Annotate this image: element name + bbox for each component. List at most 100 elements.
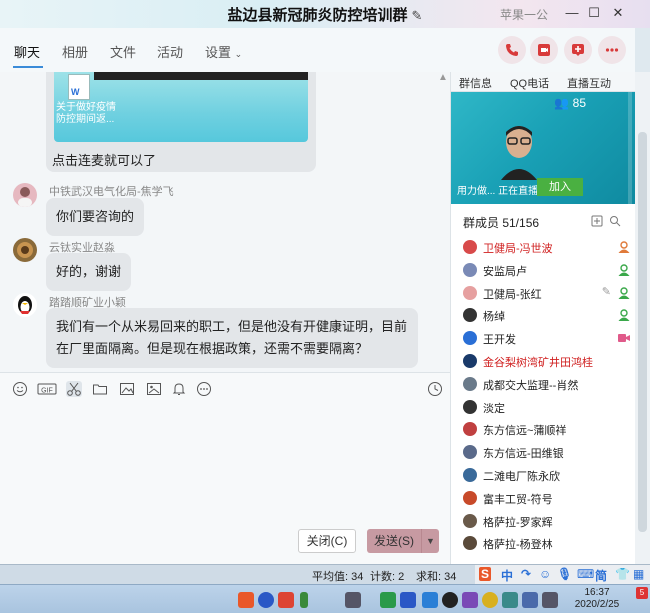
tab-files[interactable]: 文件: [110, 42, 136, 61]
help-tray-icon[interactable]: [258, 592, 274, 608]
member-row[interactable]: 杨绰: [463, 306, 631, 326]
tab-chat[interactable]: 聊天: [14, 42, 40, 61]
send-options-chevron-icon[interactable]: ▼: [421, 529, 439, 553]
member-avatar[interactable]: [463, 376, 477, 391]
member-row[interactable]: 二滩电厂陈永欣: [463, 466, 631, 486]
member-row[interactable]: 卫健局-张红 ✎: [463, 284, 631, 304]
add-member-icon[interactable]: [591, 215, 603, 227]
notification-badge[interactable]: 5: [636, 587, 648, 599]
join-live-button[interactable]: 加入: [537, 178, 583, 196]
tab-album[interactable]: 相册: [62, 42, 88, 61]
emoji-icon[interactable]: [12, 381, 28, 397]
ime-simplified[interactable]: 简: [595, 567, 607, 584]
member-row[interactable]: 成都交大监理--肖然: [463, 375, 631, 395]
phone-icon[interactable]: [498, 36, 526, 64]
network-tray-icon[interactable]: [345, 592, 361, 608]
member-row[interactable]: 格萨拉-罗家辉: [463, 512, 631, 532]
blue-tray-icon[interactable]: [400, 592, 416, 608]
edit-icon[interactable]: ✎: [602, 285, 611, 298]
minimize-button[interactable]: —: [562, 4, 582, 22]
tab-live[interactable]: 直播互动: [567, 75, 611, 91]
speaker-tray-icon[interactable]: [522, 592, 538, 608]
member-avatar[interactable]: [463, 262, 477, 277]
ime-mode-chinese[interactable]: 中: [501, 567, 513, 584]
member-avatar[interactable]: [463, 536, 477, 551]
member-avatar[interactable]: [463, 240, 477, 254]
sender-name[interactable]: 中铁武汉电气化局-焦学飞: [49, 183, 174, 199]
tab-qq-call[interactable]: QQ电话: [510, 75, 549, 91]
gif-icon[interactable]: GIF: [37, 381, 57, 397]
maximize-button[interactable]: ☐: [584, 4, 604, 22]
member-avatar[interactable]: [463, 490, 477, 505]
hp-tray-icon[interactable]: [422, 592, 438, 608]
live-video-preview[interactable]: 👥 85 用力做... 正在直播 加入: [451, 92, 636, 204]
tab-group-info[interactable]: 群信息: [459, 75, 492, 91]
member-avatar[interactable]: [463, 445, 477, 460]
shield-tray-icon[interactable]: [278, 592, 294, 608]
video-icon[interactable]: [530, 36, 558, 64]
member-name: 金谷梨树湾矿井田鸿桂: [483, 357, 593, 369]
close-chat-button[interactable]: 关闭(C): [298, 529, 356, 553]
qq-penguin-avatar[interactable]: [13, 293, 37, 317]
search-icon[interactable]: [609, 215, 621, 227]
sogou-logo-icon[interactable]: S: [479, 567, 492, 581]
member-row[interactable]: 淡定: [463, 398, 631, 418]
tab-activity[interactable]: 活动: [157, 42, 183, 61]
member-row[interactable]: 格萨拉-杨登林: [463, 534, 631, 554]
send-button[interactable]: 发送(S): [367, 529, 421, 553]
tools-icon[interactable]: ▦: [633, 567, 644, 581]
member-avatar[interactable]: [463, 422, 477, 437]
member-avatar[interactable]: [463, 308, 477, 323]
member-row[interactable]: 金谷梨树湾矿井田鸿桂: [463, 352, 631, 372]
battery-tray-icon[interactable]: [300, 592, 308, 608]
member-row[interactable]: 富丰工贸-符号: [463, 489, 631, 509]
member-row[interactable]: 东方信远~蒲顺祥: [463, 420, 631, 440]
more-circle-icon[interactable]: [196, 381, 212, 397]
voice-icon[interactable]: 🎙: [557, 567, 572, 581]
message-bubble: 我们有一个从米易回来的职工，但是他没有开健康证明，目前 在厂里面隔离。但是现在根…: [46, 308, 418, 368]
clock[interactable]: 16:37 2020/2/25: [572, 587, 622, 611]
teal-tray-icon[interactable]: [502, 592, 518, 608]
tab-settings[interactable]: 设置 ⌄: [205, 42, 242, 61]
folder-icon[interactable]: [92, 381, 108, 397]
avatar[interactable]: [13, 183, 37, 207]
share-screen-icon[interactable]: [564, 36, 592, 64]
member-avatar[interactable]: [463, 354, 477, 368]
history-clock-icon[interactable]: [427, 381, 443, 397]
display-tray-icon[interactable]: [542, 592, 558, 608]
member-avatar[interactable]: [463, 513, 477, 528]
edit-icon[interactable]: ✎: [412, 8, 423, 23]
member-row[interactable]: 王开发: [463, 329, 631, 349]
member-avatar[interactable]: [463, 399, 477, 414]
keyboard-icon[interactable]: ⌨: [577, 567, 594, 581]
sogou-tray-icon[interactable]: [238, 592, 254, 608]
emoji-ime-icon[interactable]: ☺: [539, 567, 551, 581]
bell-icon[interactable]: [171, 381, 187, 397]
member-row[interactable]: 卫健局-冯世波: [463, 238, 631, 258]
image-icon[interactable]: [119, 381, 135, 397]
file-message-card[interactable]: W 关于做好疫情防控期间返... 点击连麦就可以了: [46, 72, 316, 172]
close-button[interactable]: ✕: [608, 4, 628, 22]
member-row[interactable]: 安监局卢: [463, 261, 631, 281]
photo-icon[interactable]: [146, 381, 162, 397]
wechat-tray-icon[interactable]: [380, 592, 396, 608]
punctuation-icon[interactable]: ↷: [521, 567, 531, 581]
qq-tray-icon[interactable]: [442, 592, 458, 608]
member-avatar[interactable]: [463, 331, 477, 346]
chat-history[interactable]: ▲ W 关于做好疫情防控期间返... 点击连麦就可以了 中铁武汉电气化局-焦学飞…: [0, 72, 450, 372]
scroll-up-icon[interactable]: ▲: [438, 72, 448, 83]
purple-tray-icon[interactable]: [462, 592, 478, 608]
more-icon[interactable]: [598, 36, 626, 64]
member-row[interactable]: 东方信远-田维银: [463, 443, 631, 463]
scrollbar-thumb[interactable]: [638, 132, 647, 532]
member-avatar[interactable]: [463, 285, 477, 300]
side-scrollbar[interactable]: [635, 72, 650, 564]
skin-icon[interactable]: 👕: [615, 567, 630, 581]
user-name[interactable]: 苹果一公: [500, 6, 548, 23]
member-avatar[interactable]: [463, 468, 477, 482]
avatar[interactable]: [13, 238, 37, 262]
message-input[interactable]: 关闭(C) 发送(S) ▼: [0, 404, 450, 564]
yellow-tray-icon[interactable]: [482, 592, 498, 608]
scissors-icon[interactable]: [66, 381, 82, 397]
file-preview-image[interactable]: W 关于做好疫情防控期间返...: [54, 72, 308, 142]
